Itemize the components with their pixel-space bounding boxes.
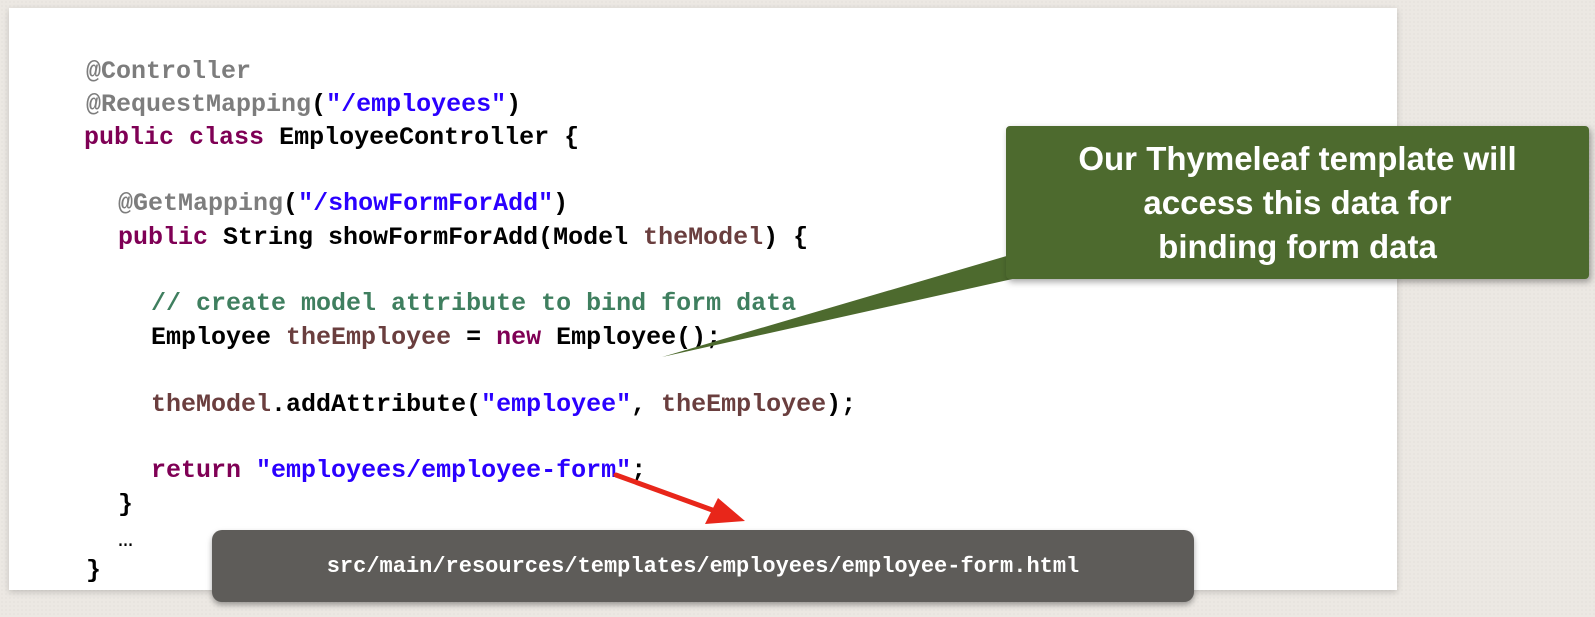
red-arrow — [613, 472, 745, 524]
template-path-text: src/main/resources/templates/employees/e… — [326, 553, 1080, 579]
template-path-bar: src/main/resources/templates/employees/e… — [212, 530, 1194, 602]
